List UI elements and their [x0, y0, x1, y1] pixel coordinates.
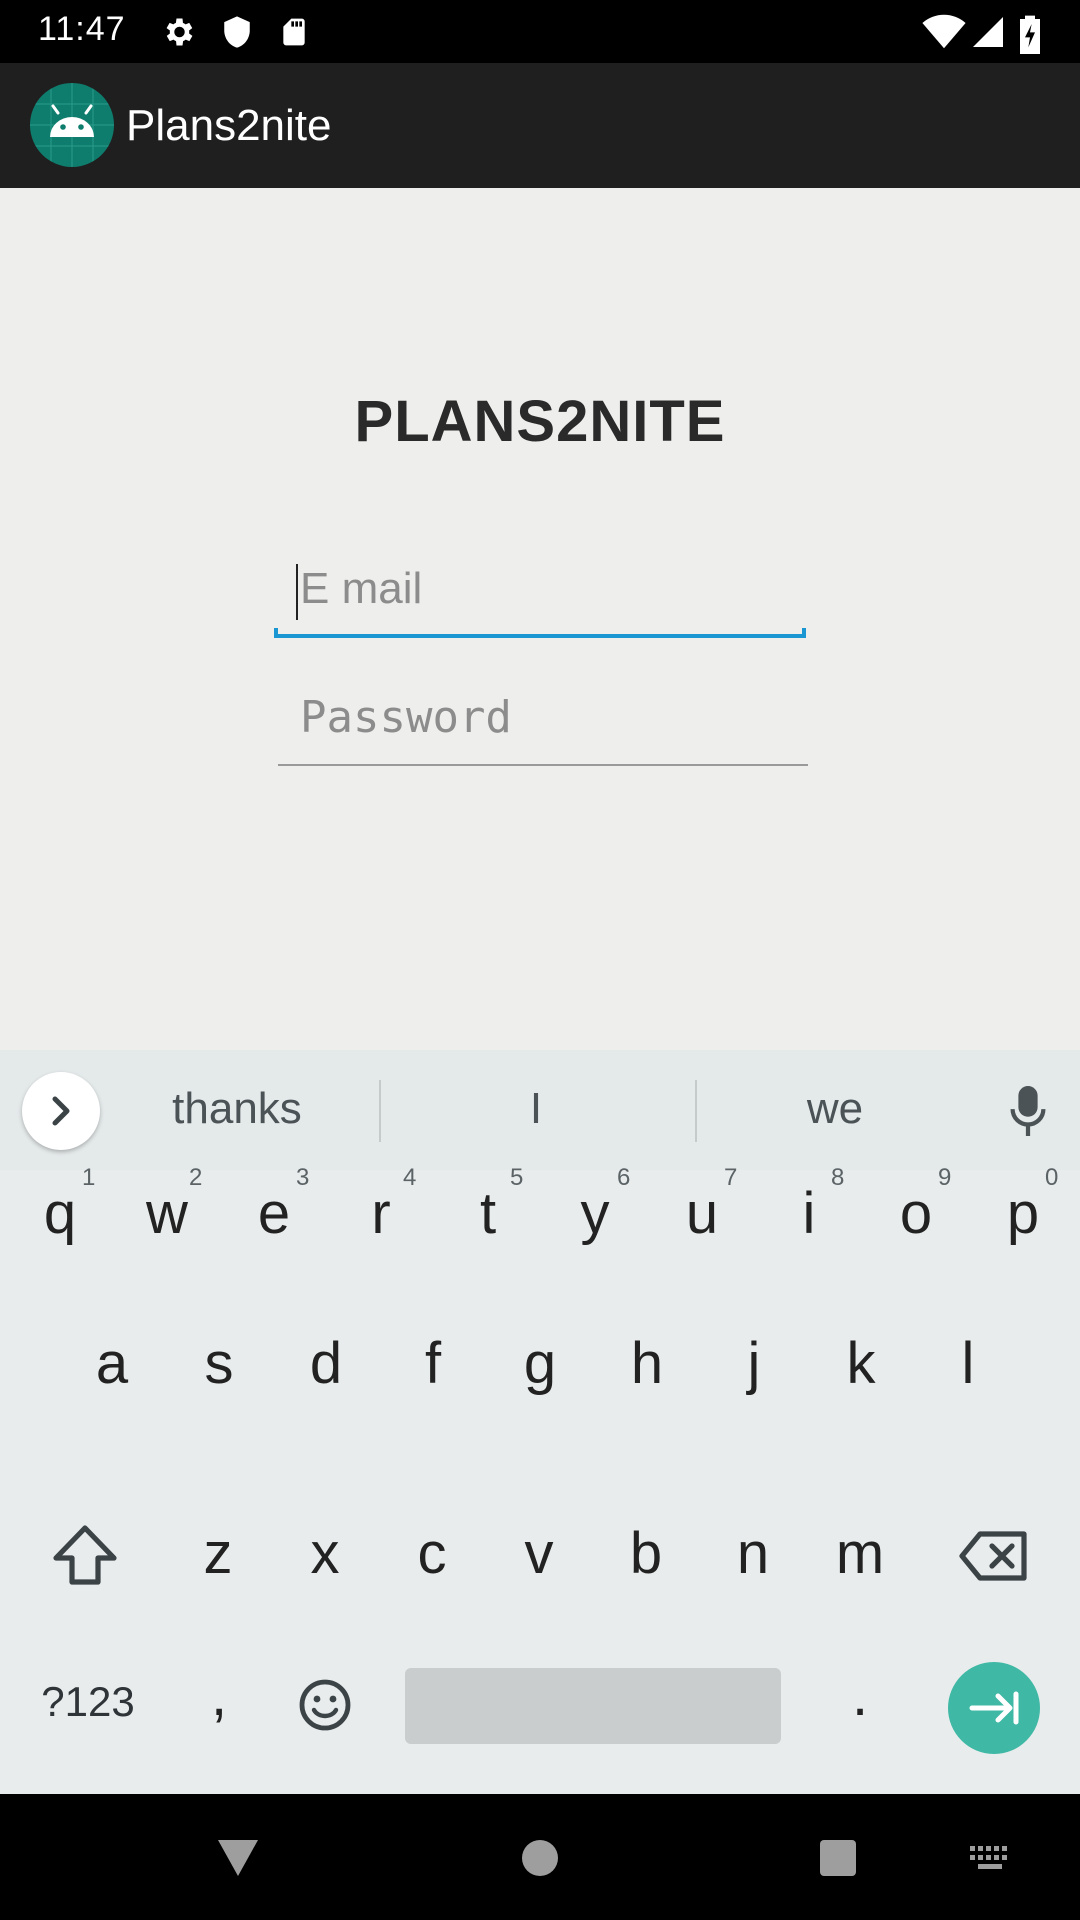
key-v[interactable]: v — [489, 1520, 589, 1587]
suggestion-divider — [695, 1080, 697, 1142]
sd-card-icon — [283, 18, 305, 46]
comma-key[interactable]: , — [169, 1662, 269, 1729]
key-hint-number: 2 — [189, 1164, 203, 1191]
android-icon — [30, 83, 114, 167]
login-screen: PLANS2NITE E mail Password — [0, 188, 1080, 1050]
app-title: Plans2nite — [126, 101, 332, 150]
gear-icon — [166, 18, 193, 46]
suggestion-3[interactable]: we — [735, 1084, 935, 1134]
key-d[interactable]: d — [276, 1330, 376, 1397]
shift-icon[interactable] — [52, 1524, 118, 1586]
key-hint-number: 6 — [617, 1164, 631, 1191]
text-cursor — [296, 564, 298, 620]
keyboard-switch-icon[interactable] — [968, 1844, 1012, 1872]
next-field-button[interactable] — [948, 1662, 1040, 1754]
suggestion-2[interactable]: I — [436, 1084, 636, 1134]
expand-suggestions-button[interactable] — [22, 1072, 100, 1150]
chevron-right-icon — [52, 1096, 70, 1126]
wifi-icon — [922, 14, 966, 49]
app-bar: Plans2nite — [0, 63, 1080, 188]
key-hint-number: 4 — [403, 1164, 417, 1191]
key-b[interactable]: b — [596, 1520, 696, 1587]
home-icon[interactable] — [520, 1838, 560, 1878]
space-key[interactable] — [405, 1668, 781, 1744]
suggestion-1[interactable]: thanks — [137, 1084, 337, 1134]
key-f[interactable]: f — [383, 1330, 483, 1397]
key-hint-number: 1 — [82, 1164, 96, 1191]
suggestion-divider — [379, 1080, 381, 1142]
navigation-bar — [0, 1794, 1080, 1920]
soft-keyboard: thanks I we q1w2e3r4t5y6u7i8o9p0 asdfghj… — [0, 1050, 1080, 1794]
password-placeholder: Password — [300, 692, 512, 743]
symbols-key[interactable]: ?123 — [28, 1678, 148, 1726]
email-placeholder: E mail — [300, 564, 423, 613]
password-field[interactable]: Password — [278, 680, 808, 766]
period-key[interactable]: . — [810, 1662, 910, 1729]
key-c[interactable]: c — [382, 1520, 482, 1587]
key-m[interactable]: m — [810, 1520, 910, 1587]
tab-arrow-icon — [969, 1691, 1019, 1725]
key-n[interactable]: n — [703, 1520, 803, 1587]
key-x[interactable]: x — [275, 1520, 375, 1587]
key-hint-number: 5 — [510, 1164, 524, 1191]
email-field[interactable]: E mail — [274, 558, 806, 638]
microphone-icon[interactable] — [1008, 1086, 1048, 1136]
key-s[interactable]: s — [169, 1330, 269, 1397]
status-time: 11:47 — [38, 10, 126, 48]
battery-icon — [1020, 15, 1040, 54]
recents-icon[interactable] — [818, 1838, 858, 1878]
signal-icon — [973, 17, 1003, 47]
key-z[interactable]: z — [168, 1520, 268, 1587]
key-h[interactable]: h — [597, 1330, 697, 1397]
key-hint-number: 7 — [724, 1164, 738, 1191]
email-underline-right-tick — [802, 628, 806, 638]
key-j[interactable]: j — [704, 1330, 804, 1397]
key-g[interactable]: g — [490, 1330, 590, 1397]
email-underline-left-tick — [274, 628, 278, 638]
backspace-icon[interactable] — [958, 1530, 1030, 1582]
brand-title: PLANS2NITE — [354, 389, 726, 454]
status-bar: 11:47 — [0, 0, 1080, 63]
suggestion-bar: thanks I we — [0, 1050, 1080, 1170]
key-hint-number: 8 — [831, 1164, 845, 1191]
key-a[interactable]: a — [62, 1330, 162, 1397]
key-k[interactable]: k — [811, 1330, 911, 1397]
key-hint-number: 9 — [938, 1164, 952, 1191]
back-icon[interactable] — [216, 1838, 260, 1878]
key-l[interactable]: l — [918, 1330, 1018, 1397]
key-hint-number: 0 — [1045, 1164, 1059, 1191]
key-hint-number: 3 — [296, 1164, 310, 1191]
emoji-icon[interactable] — [298, 1678, 352, 1732]
shield-icon — [224, 16, 250, 48]
